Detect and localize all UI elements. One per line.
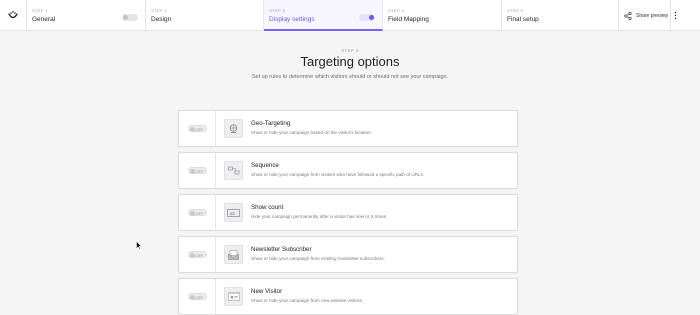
step-number: STEP 1 — [32, 8, 49, 13]
card-description: Show or hide your campaign from existing… — [251, 256, 385, 261]
logo-icon — [8, 10, 18, 18]
step-title: Field Mapping — [388, 16, 429, 23]
geo-targeting-toggle[interactable]: OFF — [187, 125, 207, 132]
toggle-state: OFF — [195, 252, 204, 258]
option-card-show-count[interactable]: OFF x2 Show count Hide your campaign per… — [178, 194, 518, 231]
step-eyebrow: STEP 3 — [341, 48, 359, 53]
step-general-toggle[interactable] — [122, 14, 138, 21]
step-design[interactable]: STEP 2 Design — [146, 0, 264, 31]
step-number: STEP 3 — [269, 8, 286, 13]
new-visitor-icon — [224, 287, 243, 306]
option-card-newsletter-subscriber[interactable]: OFF Newsletter Subscriber Show or hide y… — [178, 236, 518, 273]
step-display-settings[interactable]: STEP 3 Display settings — [264, 0, 383, 31]
kebab-menu-icon — [674, 11, 677, 20]
step-number: STEP 4 — [388, 8, 405, 13]
option-card-new-visitor[interactable]: OFF New Visitor Show or hide your campai… — [178, 278, 518, 315]
card-description: Hide your campaign permanently after a v… — [251, 214, 388, 219]
card-title: Show count — [251, 204, 284, 211]
toggle-state: OFF — [195, 126, 204, 132]
svg-text:x2: x2 — [230, 210, 235, 215]
sequence-toggle[interactable]: OFF — [187, 167, 207, 174]
card-title: Newsletter Subscriber — [251, 246, 312, 253]
option-card-sequence[interactable]: OFF Sequence Show or hide your campaign … — [178, 152, 518, 189]
step-display-toggle[interactable] — [359, 14, 375, 21]
step-final-setup[interactable]: STEP 5 Final setup — [502, 0, 619, 31]
card-description: Show or hide your campaign based on the … — [251, 130, 372, 135]
step-field-mapping[interactable]: STEP 4 Field Mapping — [383, 0, 502, 31]
card-toggle-zone: OFF — [179, 111, 216, 146]
page-subtitle: Set up rules to determine which visitors… — [251, 74, 449, 80]
step-general[interactable]: STEP 1 General — [27, 0, 146, 31]
app-logo[interactable] — [0, 0, 27, 31]
card-toggle-zone: OFF — [179, 279, 216, 314]
step-title: Design — [151, 16, 172, 23]
more-options-button[interactable] — [671, 0, 680, 31]
card-title: Sequence — [251, 162, 279, 169]
share-preview-button[interactable]: Share preview — [619, 0, 671, 31]
share-icon — [624, 11, 632, 20]
toggle-state: OFF — [195, 168, 204, 174]
envelope-icon — [224, 245, 243, 264]
card-title: New Visitor — [251, 288, 283, 295]
step-number: STEP 5 — [507, 8, 524, 13]
card-description: Show or hide your campaign from visitors… — [251, 172, 425, 177]
globe-icon — [224, 119, 243, 138]
newsletter-subscriber-toggle[interactable]: OFF — [187, 251, 207, 258]
toggle-state: OFF — [195, 210, 204, 216]
card-toggle-zone: OFF — [179, 237, 216, 272]
card-title: Geo-Targeting — [251, 120, 291, 127]
option-card-geo-targeting[interactable]: OFF Geo-Targeting Show or hide your camp… — [178, 110, 518, 147]
step-title: Final setup — [507, 16, 539, 23]
toggle-state: OFF — [195, 294, 204, 300]
card-toggle-zone: OFF — [179, 195, 216, 230]
mouse-cursor-icon — [136, 241, 142, 250]
show-count-toggle[interactable]: OFF — [187, 209, 207, 216]
share-preview-label: Share preview — [636, 12, 668, 19]
top-stepper-bar: STEP 1 General STEP 2 Design STEP 3 Disp… — [0, 0, 700, 31]
card-toggle-zone: OFF — [179, 153, 216, 188]
page-title: Targeting options — [300, 54, 400, 69]
step-number: STEP 2 — [151, 8, 168, 13]
card-description: Show or hide your campaign from new webs… — [251, 298, 364, 303]
counter-icon: x2 — [224, 203, 243, 222]
sequence-icon — [224, 161, 243, 180]
new-visitor-toggle[interactable]: OFF — [187, 293, 207, 300]
